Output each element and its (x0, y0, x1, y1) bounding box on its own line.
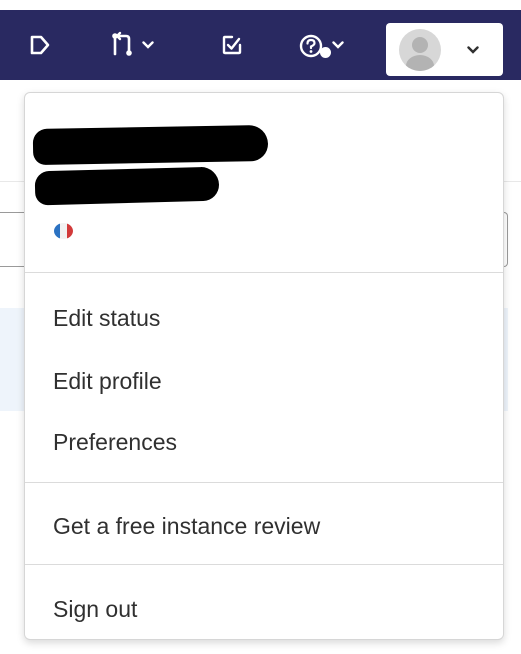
notification-dot (320, 47, 331, 58)
sign-out-item[interactable]: Sign out (25, 585, 503, 633)
page: Edit status Edit profile Preferences Get… (0, 0, 521, 654)
merge-requests-button[interactable] (100, 10, 162, 80)
merge-request-icon (112, 31, 132, 56)
edit-status-item[interactable]: Edit status (25, 294, 503, 342)
issues-icon (222, 35, 242, 55)
instance-review-item[interactable]: Get a free instance review (25, 502, 503, 550)
issues-button[interactable] (214, 10, 250, 80)
chevron-down-icon (142, 41, 154, 49)
user-name-redacted (32, 124, 269, 166)
user-dropdown-menu: Edit status Edit profile Preferences Get… (24, 92, 504, 640)
avatar-icon (399, 28, 441, 71)
todo-icon (30, 35, 50, 55)
help-button[interactable] (285, 10, 357, 80)
top-navbar (0, 10, 521, 80)
menu-divider (25, 564, 503, 565)
user-menu-button[interactable] (386, 23, 503, 76)
edit-profile-item[interactable]: Edit profile (25, 357, 503, 405)
username-redacted (34, 166, 220, 206)
menu-divider (25, 482, 503, 483)
help-icon-wrap (298, 31, 331, 59)
chevron-down-icon (332, 41, 344, 49)
flag-icon (54, 223, 73, 239)
user-info-header[interactable] (25, 93, 503, 273)
chevron-down-icon (467, 45, 479, 54)
preferences-item[interactable]: Preferences (25, 418, 503, 466)
todo-button[interactable] (20, 10, 60, 80)
